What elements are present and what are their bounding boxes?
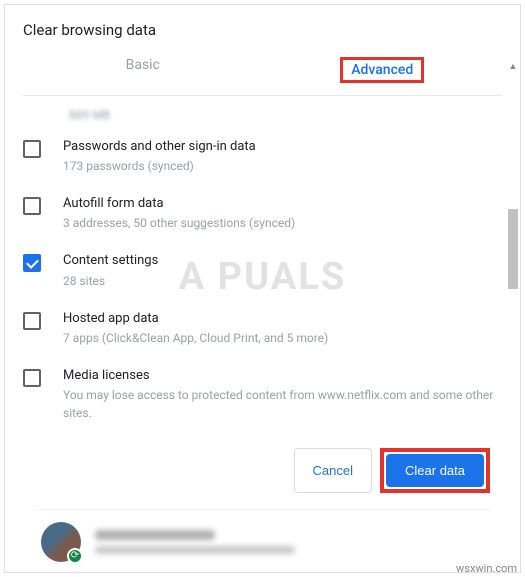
checkbox-hosted-app[interactable] (23, 312, 41, 330)
account-email-blurred (95, 546, 295, 554)
clear-button-highlight: Clear data (380, 448, 490, 493)
dialog-title: Clear browsing data (23, 21, 502, 39)
checkbox-content-settings[interactable] (23, 254, 41, 272)
item-title: Content settings (63, 252, 502, 270)
list-item: Media licenses You may lose access to pr… (23, 357, 502, 432)
item-sub: 7 apps (Click&Clean App, Cloud Print, an… (63, 329, 502, 347)
list-item: Passwords and other sign-in data 173 pas… (23, 128, 502, 185)
scroll-up-icon[interactable]: ▲ (506, 59, 520, 73)
item-title: Media licenses (63, 367, 502, 385)
list-item: Content settings 28 sites (23, 242, 502, 299)
item-title: Hosted app data (63, 310, 502, 328)
avatar: ⟳ (41, 522, 81, 562)
item-title: Passwords and other sign-in data (63, 138, 502, 156)
item-sub: You may lose access to protected content… (63, 386, 502, 422)
source-label: wsxwin.com (456, 562, 517, 575)
scrollbar[interactable]: ▲ (506, 59, 520, 492)
truncated-prev-item: 889 MB (23, 104, 502, 128)
checkbox-media-licenses[interactable] (23, 369, 41, 387)
account-row: ⟳ (23, 510, 502, 572)
clear-data-button[interactable]: Clear data (386, 454, 484, 487)
item-sub: 28 sites (63, 272, 502, 290)
item-sub: 173 passwords (synced) (63, 157, 502, 175)
tab-advanced[interactable]: Advanced (263, 57, 503, 95)
tab-advanced-highlight: Advanced (340, 57, 424, 83)
tab-bar: Basic Advanced (23, 57, 502, 96)
item-sub: 3 addresses, 50 other suggestions (synce… (63, 214, 502, 232)
checkbox-autofill[interactable] (23, 197, 41, 215)
tab-basic[interactable]: Basic (23, 57, 263, 95)
sync-badge-icon: ⟳ (67, 548, 83, 564)
item-title: Autofill form data (63, 195, 502, 213)
account-name-blurred (95, 530, 215, 540)
list-item: Autofill form data 3 addresses, 50 other… (23, 185, 502, 242)
scroll-thumb[interactable] (508, 209, 518, 289)
checkbox-passwords[interactable] (23, 140, 41, 158)
cancel-button[interactable]: Cancel (294, 448, 372, 493)
options-list: 889 MB Passwords and other sign-in data … (5, 104, 520, 572)
list-item: Hosted app data 7 apps (Click&Clean App,… (23, 300, 502, 357)
dialog-buttons: Cancel Clear data (23, 432, 502, 509)
